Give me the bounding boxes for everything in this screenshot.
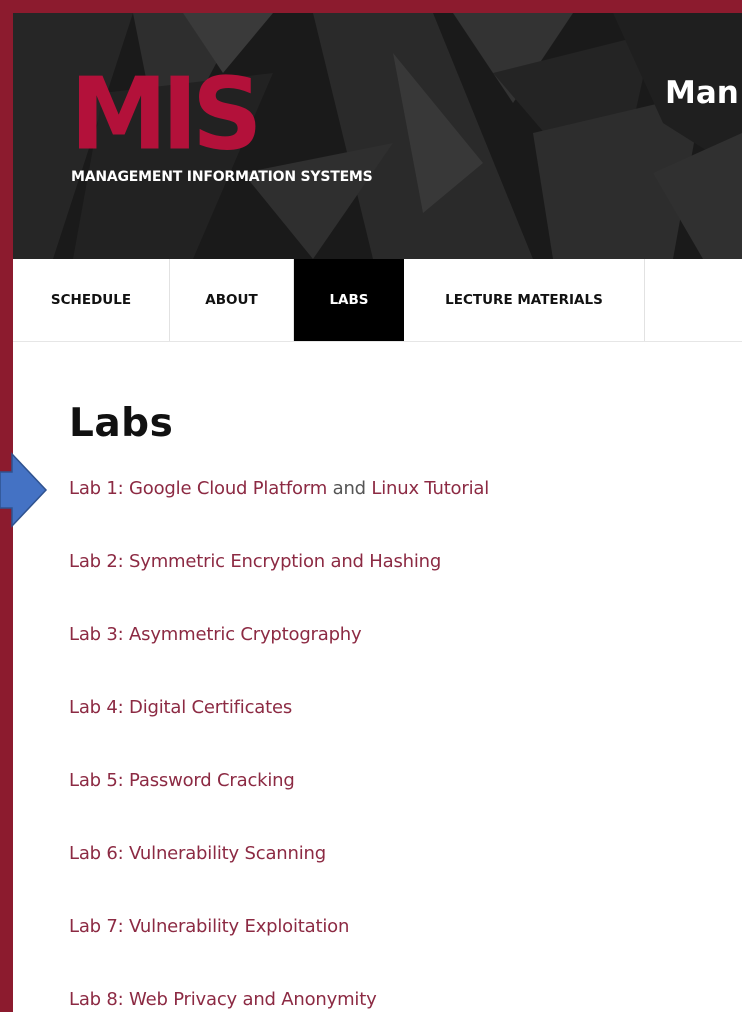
lab-item-4: Lab 4: Digital Certificates <box>69 697 489 770</box>
nav-schedule[interactable]: SCHEDULE <box>13 259 170 341</box>
site-header: MIS MANAGEMENT INFORMATION SYSTEMS Man <box>13 13 742 259</box>
lab-8-link[interactable]: Lab 8: Web Privacy and Anonymity <box>69 989 377 1010</box>
lab-list: Lab 1: Google Cloud Platform and Linux T… <box>69 478 489 1012</box>
lab-item-2: Lab 2: Symmetric Encryption and Hashing <box>69 551 489 624</box>
nav-lecture-materials[interactable]: LECTURE MATERIALS <box>404 259 645 341</box>
page-title: Labs <box>69 401 174 446</box>
right-arrow-icon <box>0 452 48 528</box>
lab-3-link[interactable]: Lab 3: Asymmetric Cryptography <box>69 624 362 645</box>
nav-labs[interactable]: LABS <box>294 259 404 341</box>
lab-1-gcp-link[interactable]: Lab 1: Google Cloud Platform <box>69 478 327 499</box>
site-title: Man <box>665 75 739 111</box>
lab-item-7: Lab 7: Vulnerability Exploitation <box>69 916 489 989</box>
main-nav: SCHEDULE ABOUT LABS LECTURE MATERIALS <box>13 259 742 342</box>
lab-1-joiner: and <box>327 478 372 499</box>
logo-wordmark: MIS <box>70 56 263 173</box>
nav-about[interactable]: ABOUT <box>170 259 294 341</box>
lab-5-link[interactable]: Lab 5: Password Cracking <box>69 770 295 791</box>
lab-4-link[interactable]: Lab 4: Digital Certificates <box>69 697 292 718</box>
lab-1-linux-link[interactable]: Linux Tutorial <box>371 478 489 499</box>
mis-logo[interactable]: MIS MANAGEMENT INFORMATION SYSTEMS <box>70 56 373 185</box>
page: MIS MANAGEMENT INFORMATION SYSTEMS Man S… <box>13 13 742 1012</box>
lab-item-3: Lab 3: Asymmetric Cryptography <box>69 624 489 697</box>
lab-2-link[interactable]: Lab 2: Symmetric Encryption and Hashing <box>69 551 441 572</box>
lab-item-1: Lab 1: Google Cloud Platform and Linux T… <box>69 478 489 551</box>
lab-item-5: Lab 5: Password Cracking <box>69 770 489 843</box>
lab-item-8: Lab 8: Web Privacy and Anonymity <box>69 989 489 1012</box>
lab-6-link[interactable]: Lab 6: Vulnerability Scanning <box>69 843 326 864</box>
lab-item-6: Lab 6: Vulnerability Scanning <box>69 843 489 916</box>
lab-7-link[interactable]: Lab 7: Vulnerability Exploitation <box>69 916 349 937</box>
